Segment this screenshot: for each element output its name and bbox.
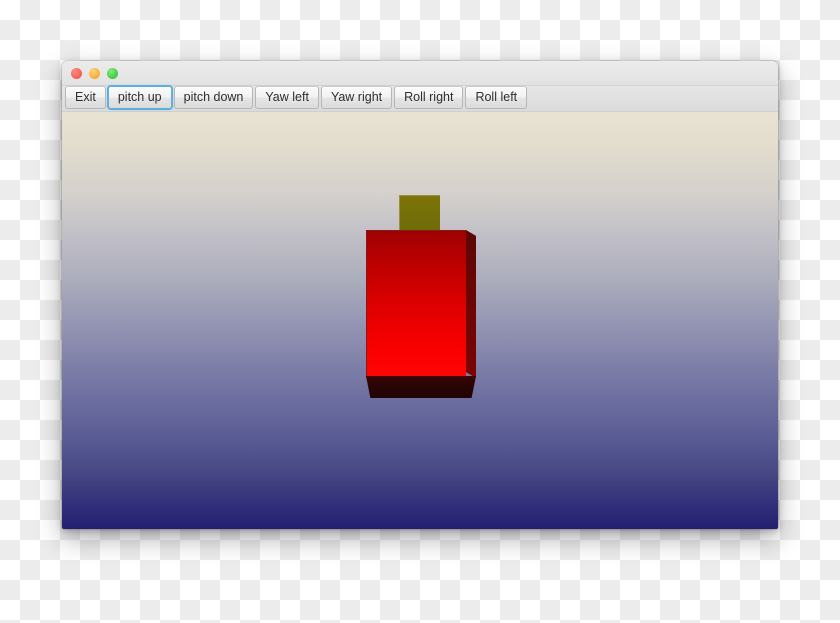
minimize-window-button[interactable]: [89, 67, 100, 79]
control-toolbar: Exit pitch up pitch down Yaw left Yaw ri…: [62, 86, 778, 112]
red-prism-side-face: [466, 230, 476, 378]
pitch-up-button[interactable]: pitch up: [107, 86, 172, 109]
window-titlebar[interactable]: [62, 61, 778, 86]
application-window: Exit pitch up pitch down Yaw left Yaw ri…: [62, 61, 778, 529]
zoom-window-button[interactable]: [107, 67, 118, 79]
roll-left-button[interactable]: Roll left: [465, 86, 528, 109]
yaw-right-button[interactable]: Yaw right: [320, 86, 393, 109]
red-prism-object: [366, 230, 476, 398]
window-controls: [71, 67, 118, 79]
3d-render-viewport[interactable]: [62, 112, 778, 529]
roll-right-button[interactable]: Roll right: [394, 86, 464, 109]
exit-button[interactable]: Exit: [65, 86, 106, 109]
red-prism-bottom-face: [366, 376, 476, 398]
olive-box-object: [399, 195, 440, 231]
pitch-down-button[interactable]: pitch down: [173, 86, 254, 109]
red-prism-front-face: [366, 230, 466, 378]
yaw-left-button[interactable]: Yaw left: [255, 86, 319, 109]
3d-scene: [62, 112, 778, 529]
close-window-button[interactable]: [71, 67, 82, 79]
